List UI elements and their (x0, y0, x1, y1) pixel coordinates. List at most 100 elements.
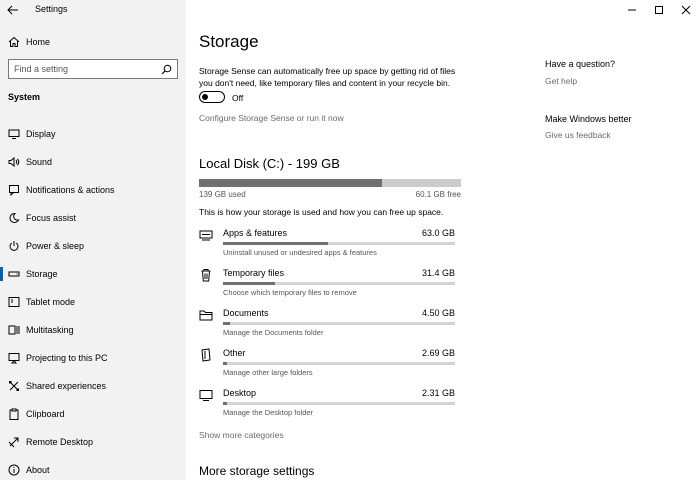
category-bar (223, 322, 455, 325)
section-label: System (8, 92, 41, 102)
power-icon (8, 240, 20, 252)
sidebar-item-home[interactable]: Home (0, 32, 186, 52)
other-icon (199, 348, 213, 362)
disk-title: Local Disk (C:) - 199 GB (199, 156, 340, 171)
category-bar (223, 362, 455, 365)
sidebar-item-label: Sound (26, 157, 53, 167)
back-button[interactable] (6, 3, 20, 17)
sidebar-item-label: Storage (26, 269, 58, 279)
storage-icon (8, 268, 20, 280)
category-size: 4.50 GB (421, 308, 455, 318)
category-subtitle: Uninstall unused or undesired apps & fea… (223, 248, 377, 257)
toggle-state-label: Off (232, 93, 244, 103)
sidebar-item-label: Notifications & actions (26, 185, 115, 195)
disk-free-label: 60.1 GB free (415, 190, 461, 199)
maximize-button[interactable] (651, 2, 667, 18)
sidebar-item-clipboard[interactable]: Clipboard (0, 400, 186, 428)
title-bar: Settings (0, 0, 700, 20)
give-feedback-link[interactable]: Give us feedback (545, 130, 611, 140)
storage-sense-description: Storage Sense can automatically free up … (199, 66, 456, 88)
info-icon (8, 464, 20, 476)
disk-usage-fill (199, 179, 383, 187)
sidebar-item-shared-experiences[interactable]: Shared experiences (0, 372, 186, 400)
more-storage-settings-heading: More storage settings (199, 464, 315, 478)
sound-icon (8, 156, 20, 168)
category-other[interactable]: Other 2.69 GB Manage other large folders (199, 346, 461, 386)
moon-icon (8, 212, 20, 224)
category-bar-fill (223, 402, 227, 405)
sidebar-item-label: Projecting to this PC (26, 353, 108, 363)
sidebar: Home System Display Sound Notifications … (0, 0, 186, 480)
category-size: 2.31 GB (421, 388, 455, 398)
category-bar-fill (223, 282, 276, 285)
page-title: Storage (199, 32, 259, 51)
shared-icon (8, 380, 20, 392)
sidebar-item-label: Shared experiences (26, 381, 107, 391)
sidebar-item-focus-assist[interactable]: Focus assist (0, 204, 186, 232)
get-help-link[interactable]: Get help (545, 76, 577, 86)
sidebar-item-label: About (26, 465, 50, 475)
category-size: 31.4 GB (421, 268, 455, 278)
main-content: Storage Storage Sense can automatically … (186, 20, 700, 480)
category-bar (223, 402, 455, 405)
minimize-button[interactable] (624, 2, 640, 18)
sidebar-item-notifications[interactable]: Notifications & actions (0, 176, 186, 204)
category-name: Desktop (223, 388, 257, 398)
storage-sense-toggle[interactable] (199, 91, 225, 103)
home-icon (8, 36, 20, 48)
sidebar-item-projecting[interactable]: Projecting to this PC (0, 344, 186, 372)
back-arrow-icon (7, 5, 18, 15)
category-apps-features[interactable]: Apps & features 63.0 GB Uninstall unused… (199, 226, 461, 266)
show-more-categories-link[interactable]: Show more categories (199, 430, 284, 440)
category-name: Documents (223, 308, 269, 318)
sidebar-item-label: Home (26, 37, 51, 47)
disk-usage-bar (199, 179, 461, 187)
configure-storage-sense-link[interactable]: Configure Storage Sense or run it now (199, 113, 344, 123)
category-name: Temporary files (223, 268, 285, 278)
sidebar-item-tablet-mode[interactable]: Tablet mode (0, 288, 186, 316)
notifications-icon (8, 184, 20, 196)
sidebar-item-display[interactable]: Display (0, 120, 186, 148)
category-name: Apps & features (223, 228, 288, 238)
sidebar-item-label: Multitasking (26, 325, 74, 335)
maximize-icon (655, 6, 663, 14)
clipboard-icon (8, 408, 20, 420)
desktop-icon (199, 388, 213, 402)
close-icon (681, 5, 691, 15)
category-subtitle: Manage other large folders (223, 368, 313, 377)
category-subtitle: Manage the Desktop folder (223, 408, 314, 417)
close-button[interactable] (678, 2, 694, 18)
make-windows-better-heading: Make Windows better (545, 114, 632, 124)
category-subtitle: Manage the Documents folder (223, 328, 324, 337)
disk-description: This is how your storage is used and how… (199, 207, 444, 217)
display-icon (8, 128, 20, 140)
sidebar-item-about[interactable]: About (0, 456, 186, 480)
remote-desktop-icon (8, 436, 20, 448)
sidebar-item-sound[interactable]: Sound (0, 148, 186, 176)
sidebar-item-label: Remote Desktop (26, 437, 94, 447)
tablet-icon (8, 296, 20, 308)
category-bar-fill (223, 322, 231, 325)
search-box[interactable] (8, 59, 178, 79)
category-bar (223, 282, 455, 285)
projecting-icon (8, 352, 20, 364)
category-name: Other (223, 348, 246, 358)
category-documents[interactable]: Documents 4.50 GB Manage the Documents f… (199, 306, 461, 346)
sidebar-item-storage[interactable]: Storage (0, 260, 186, 288)
sidebar-item-power-sleep[interactable]: Power & sleep (0, 232, 186, 260)
sidebar-item-remote-desktop[interactable]: Remote Desktop (0, 428, 186, 456)
sidebar-item-multitasking[interactable]: Multitasking (0, 316, 186, 344)
sidebar-item-label: Power & sleep (26, 241, 85, 251)
category-size: 63.0 GB (421, 228, 455, 238)
window-title: Settings (35, 4, 68, 14)
sidebar-item-label: Focus assist (26, 213, 77, 223)
search-input[interactable] (14, 63, 154, 75)
category-bar-fill (223, 362, 228, 365)
category-bar-fill (223, 242, 329, 245)
category-temporary-files[interactable]: Temporary files 31.4 GB Choose which tem… (199, 266, 461, 306)
nav-list: Display Sound Notifications & actions Fo… (0, 120, 186, 480)
search-icon[interactable] (161, 64, 172, 75)
category-desktop[interactable]: Desktop 2.31 GB Manage the Desktop folde… (199, 386, 461, 426)
trash-icon (199, 268, 213, 282)
minimize-icon (628, 9, 636, 11)
